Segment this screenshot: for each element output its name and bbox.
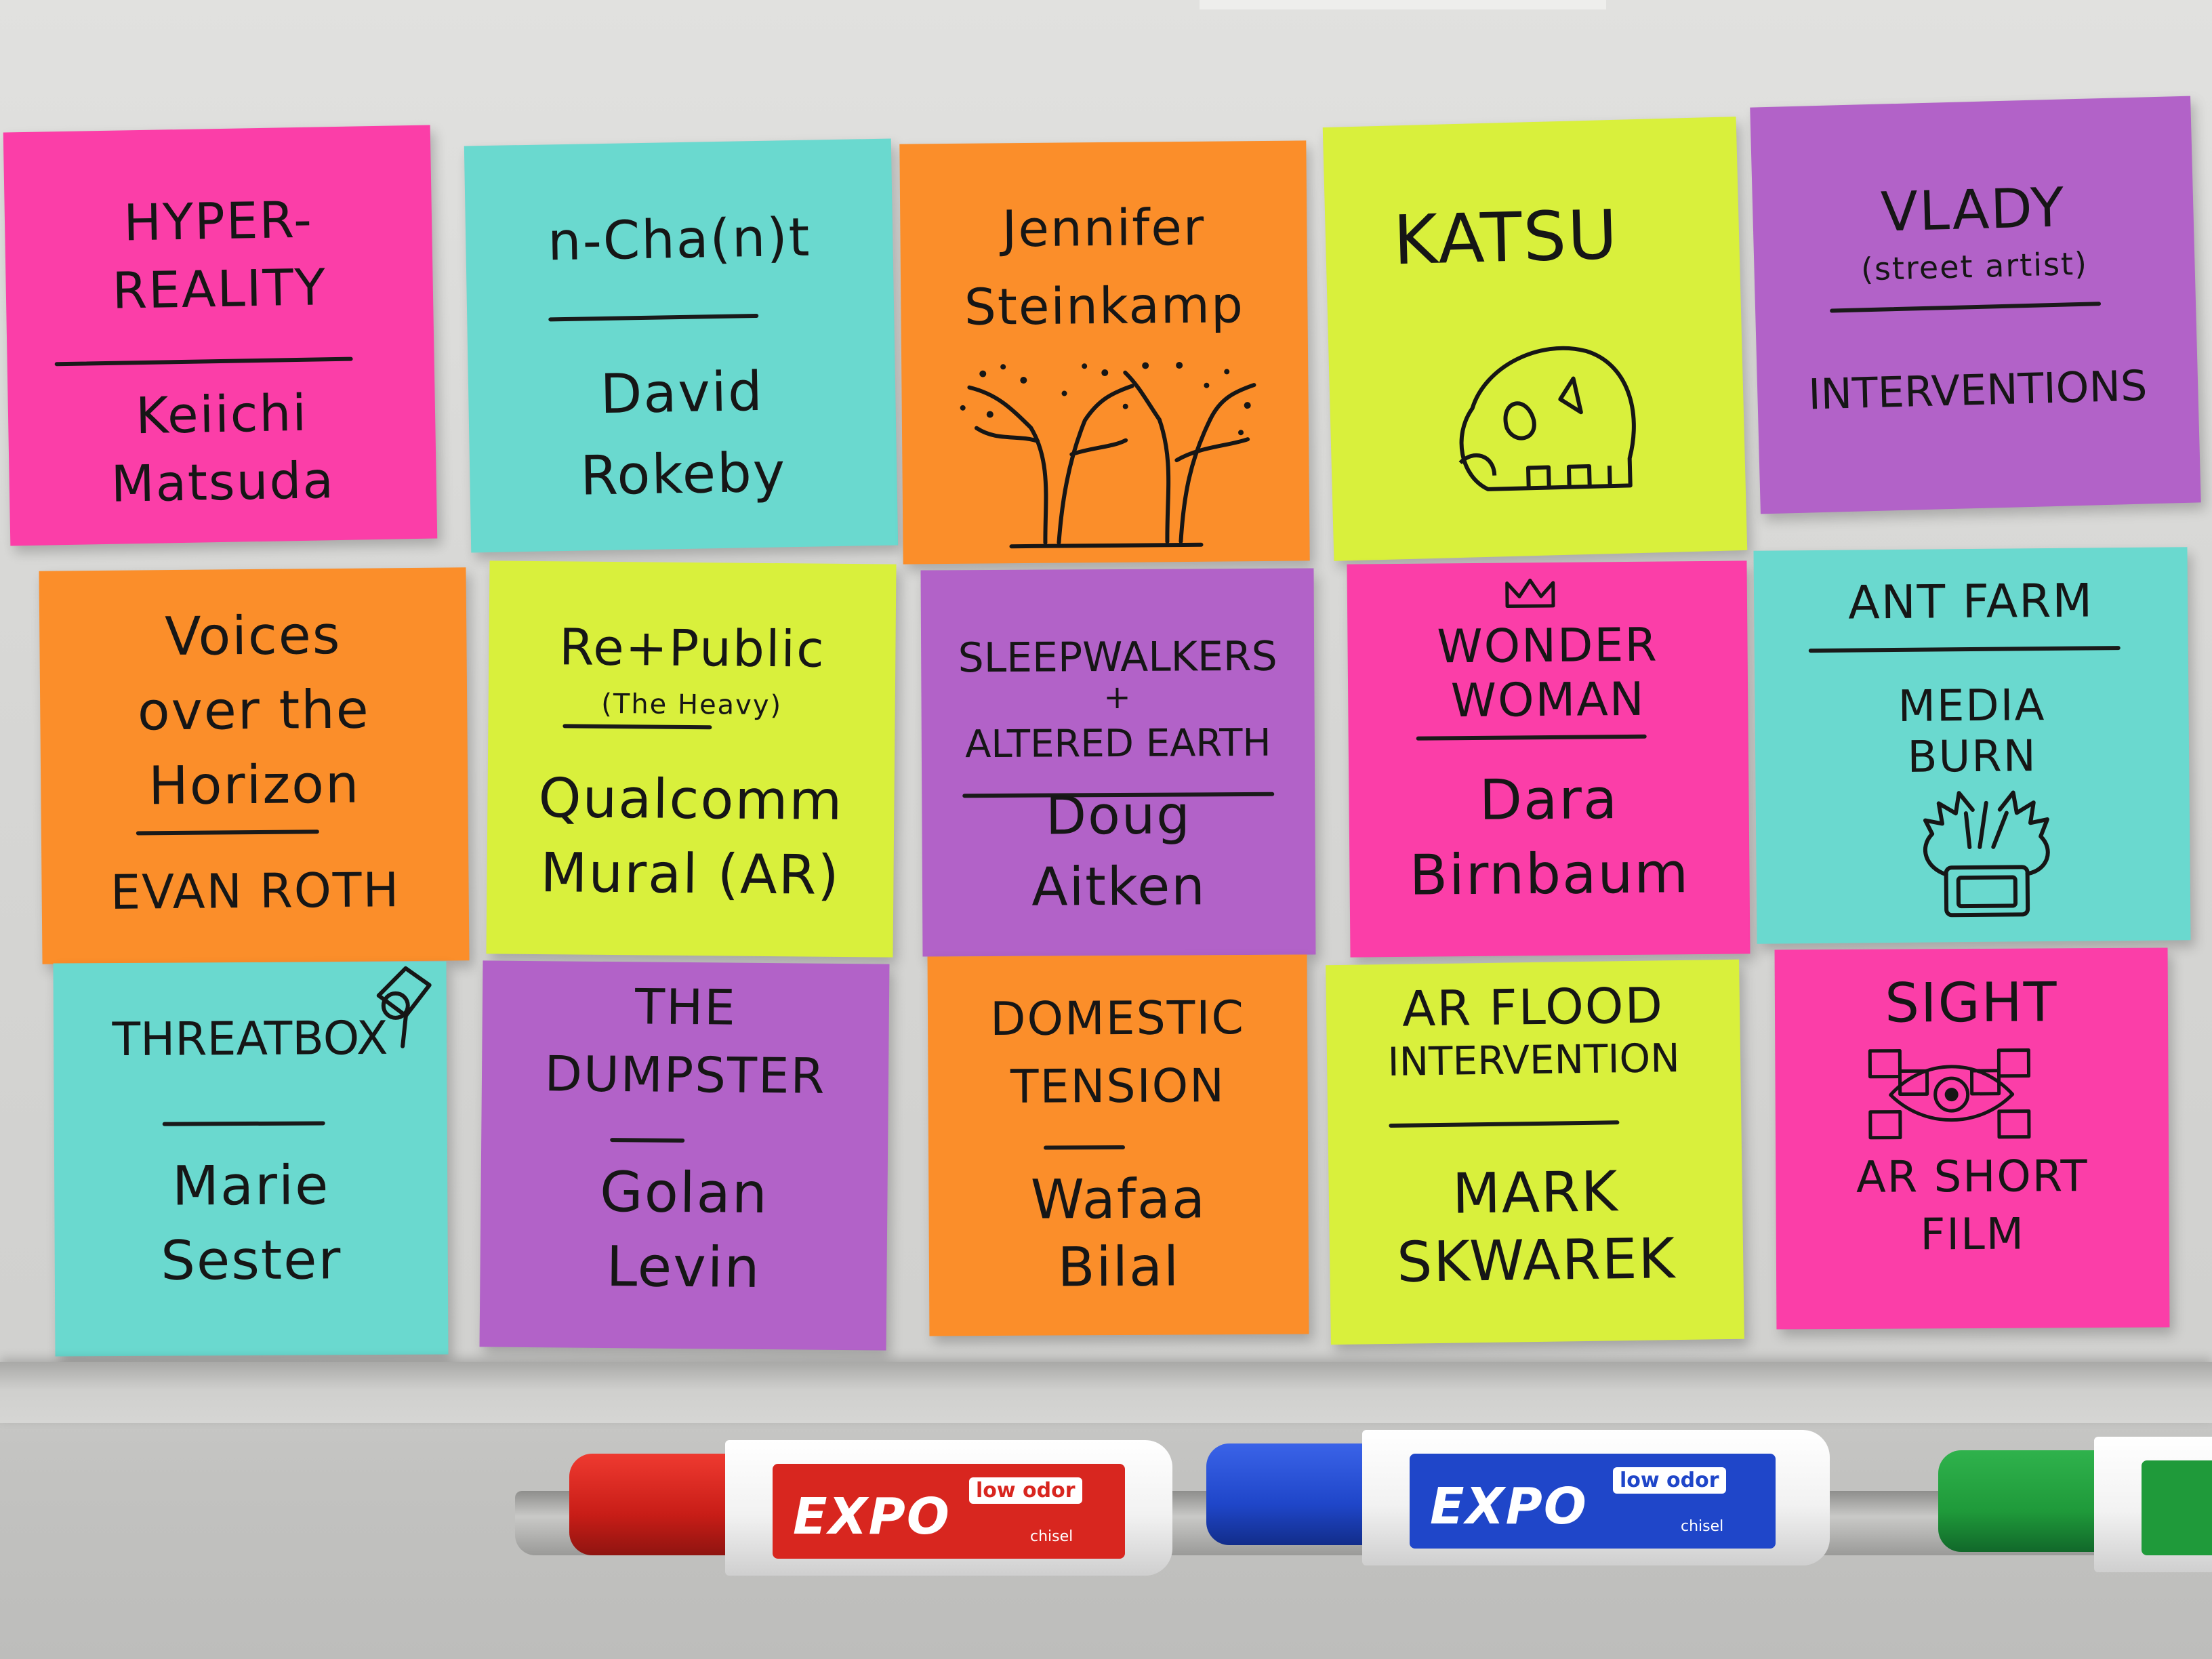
- sticky-note-ar-flood-intervention: AR FLOOD INTERVENTION MARK SKWAREK: [1326, 959, 1744, 1345]
- note-line: VLADY: [1880, 176, 2066, 244]
- marker-brand: EXPO: [1430, 1477, 1588, 1536]
- skull-icon: [1443, 323, 1652, 511]
- note-line: Wafaa: [1030, 1167, 1207, 1231]
- note-line: n-Cha(n)t: [547, 207, 812, 273]
- divider-line: [1830, 302, 2102, 313]
- note-line: SLEEPWALKERS: [958, 632, 1277, 682]
- blue-expo-marker[interactable]: EXPO low odor chisel: [1206, 1430, 1837, 1565]
- note-line: FILM: [1920, 1209, 2026, 1261]
- note-line: WONDER: [1437, 618, 1658, 674]
- note-line: Levin: [606, 1235, 761, 1300]
- note-line: Rokeby: [579, 441, 787, 508]
- divider-line: [162, 1121, 325, 1126]
- note-line: SKWAREK: [1396, 1227, 1677, 1295]
- note-line: Dara: [1479, 767, 1619, 833]
- green-expo-marker[interactable]: [1938, 1437, 2212, 1572]
- sticky-note-re-public: Re+Public (The Heavy) Qualcomm Mural (AR…: [486, 560, 897, 958]
- sticky-note-hyper-reality: HYPER- REALITY Keiichi Matsuda: [3, 125, 438, 546]
- marker-brand: EXPO: [793, 1488, 951, 1546]
- note-line: over the: [137, 679, 371, 743]
- note-line: Qualcomm: [538, 766, 844, 832]
- note-line: INTERVENTION: [1387, 1035, 1681, 1086]
- note-line: +: [1103, 678, 1132, 717]
- note-line: MEDIA: [1898, 680, 2046, 732]
- marker-cap: [569, 1454, 745, 1555]
- marker-tag: low odor: [1613, 1467, 1726, 1494]
- note-line: HYPER-: [123, 190, 314, 253]
- note-line: THE: [634, 978, 737, 1036]
- divider-line: [136, 830, 319, 836]
- note-line: Voices: [164, 605, 342, 668]
- marker-tray-lip: [0, 1362, 2212, 1423]
- marker-sub: chisel: [1030, 1528, 1073, 1545]
- note-line: AR FLOOD: [1401, 977, 1664, 1038]
- note-line: INTERVENTIONS: [1807, 361, 2148, 419]
- note-line: Re+Public: [558, 618, 826, 679]
- marker-label: [2142, 1460, 2212, 1555]
- note-line: ANT FARM: [1847, 574, 2094, 630]
- divider-line: [610, 1138, 685, 1143]
- note-line: (street artist): [1860, 245, 2089, 288]
- note-line: Aitken: [1031, 856, 1206, 918]
- note-line: Birnbaum: [1409, 841, 1690, 908]
- sticky-note-the-dumpster: THE DUMPSTER Golan Levin: [479, 960, 890, 1351]
- sticky-note-threatbox: THREATBOX Marie Sester: [53, 961, 449, 1357]
- note-line: Keiichi: [135, 384, 308, 446]
- sticky-note-vlady: VLADY (street artist) INTERVENTIONS: [1750, 96, 2201, 514]
- marker-cap: [1206, 1443, 1382, 1545]
- note-line: AR SHORT: [1856, 1151, 2089, 1203]
- sticky-note-domestic-tension: DOMESTIC TENSION Wafaa Bilal: [927, 954, 1309, 1336]
- note-line: TENSION: [1010, 1059, 1226, 1114]
- note-line: EVAN ROTH: [110, 862, 401, 920]
- note-line: SIGHT: [1885, 970, 2058, 1035]
- note-line: Mural (AR): [540, 841, 840, 907]
- note-line: Doug: [1045, 785, 1192, 847]
- trees-icon: [942, 344, 1269, 550]
- sticky-note-ant-farm: ANT FARM MEDIA BURN: [1753, 547, 2191, 944]
- note-line: Horizon: [148, 754, 361, 817]
- sticky-note-voices-over-the-horizon: Voices over the Horizon EVAN ROTH: [39, 567, 470, 964]
- marker-cap: [1938, 1450, 2114, 1552]
- note-line: ALTERED EARTH: [964, 720, 1271, 767]
- note-line: KATSU: [1392, 194, 1620, 281]
- note-line: THREATBOX: [112, 1011, 388, 1067]
- note-line: Sester: [160, 1228, 342, 1292]
- sticky-note-n-chant: n-Cha(n)t David Rokeby: [464, 138, 899, 553]
- sticky-note-katsu: KATSU: [1322, 117, 1748, 561]
- divider-line: [1808, 646, 2121, 653]
- note-line: Golan: [599, 1160, 769, 1227]
- note-line: (The Heavy): [601, 688, 783, 722]
- divider-line: [562, 724, 712, 730]
- marker-sub: chisel: [1681, 1518, 1724, 1535]
- note-line: Matsuda: [110, 451, 335, 514]
- note-line: David: [599, 359, 764, 426]
- note-line: Marie: [171, 1153, 330, 1218]
- crown-icon: [1503, 576, 1557, 611]
- divider-line: [1389, 1120, 1620, 1128]
- eye-icon: [1863, 1043, 2040, 1145]
- note-line: WOMAN: [1450, 672, 1645, 729]
- red-expo-marker[interactable]: EXPO low odor chisel: [569, 1440, 1179, 1576]
- board-top-edge: [1200, 0, 1606, 9]
- sticky-note-sight: SIGHT AR SHORT FILM: [1774, 947, 2170, 1330]
- note-line: Bilal: [1057, 1235, 1181, 1299]
- sticky-note-jennifer-steinkamp: Jennifer Steinkamp: [899, 140, 1310, 565]
- divider-line: [1044, 1145, 1126, 1150]
- note-line: REALITY: [111, 258, 327, 321]
- burning-tv-icon: [1904, 772, 2068, 922]
- divider-line: [1416, 734, 1647, 741]
- note-line: DUMPSTER: [544, 1045, 826, 1105]
- divider-line: [54, 356, 353, 367]
- note-line: Steinkamp: [964, 276, 1245, 337]
- marker-tag: low odor: [969, 1477, 1082, 1504]
- sticky-note-wonder-woman: WONDER WOMAN Dara Birnbaum: [1347, 560, 1750, 958]
- divider-line: [548, 313, 759, 322]
- note-line: DOMESTIC: [989, 991, 1246, 1046]
- note-line: Jennifer: [1002, 198, 1206, 259]
- sticky-note-sleepwalkers: SLEEPWALKERS + ALTERED EARTH Doug Aitken: [920, 568, 1316, 957]
- note-line: MARK: [1452, 1160, 1620, 1227]
- whiteboard-photo: HYPER- REALITY Keiichi Matsuda n-Cha(n)t…: [0, 0, 2212, 1659]
